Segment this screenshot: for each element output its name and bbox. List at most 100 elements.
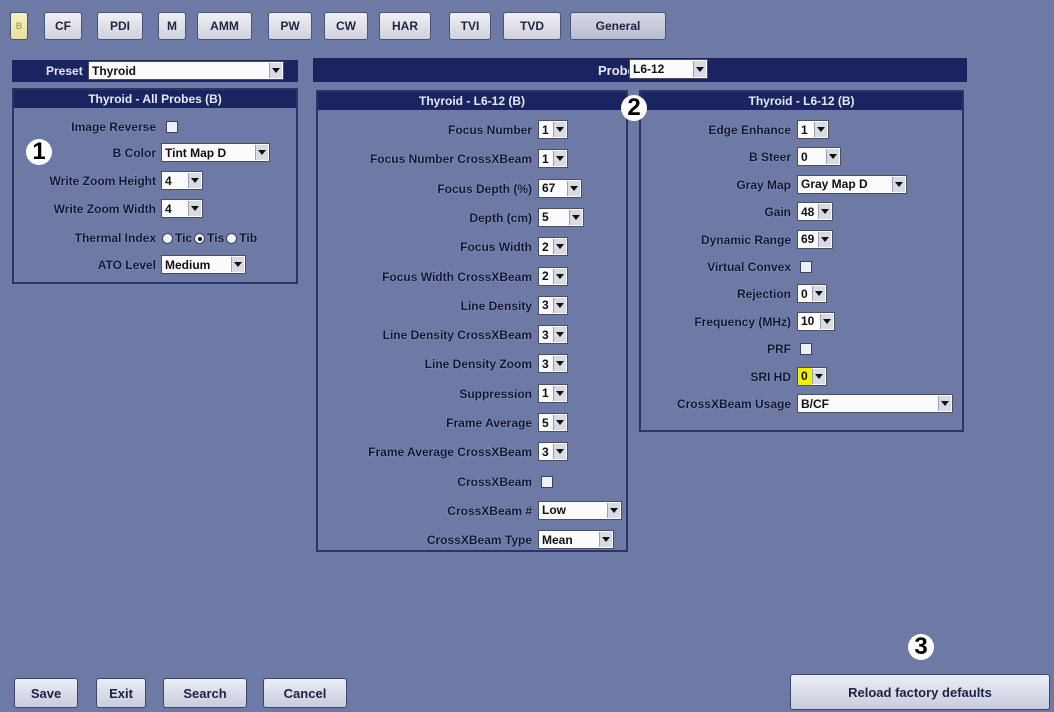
callout-1: 1 — [26, 138, 52, 165]
panel3-checkbox[interactable] — [800, 343, 812, 356]
panel2-checkbox[interactable] — [541, 475, 553, 488]
chevron-down-icon — [188, 173, 201, 188]
panel3-select[interactable]: 69 — [797, 229, 833, 249]
chevron-down-icon — [553, 151, 566, 167]
panel2-row: CrossXBeam — [457, 474, 532, 489]
chevron-down-icon — [553, 327, 566, 343]
panel2-select[interactable]: Low — [538, 500, 622, 520]
panel3-row: CrossXBeam Usage — [676, 397, 791, 411]
image-reverse-row: Image Reverse — [71, 120, 156, 134]
tab-b[interactable]: B — [10, 12, 28, 40]
tab-cf[interactable]: CF — [44, 12, 82, 40]
write-zoom-height-row: Write Zoom Height — [49, 174, 156, 188]
exit-button[interactable]: Exit — [96, 678, 146, 708]
panel2-select[interactable]: 3 — [538, 442, 568, 462]
b-color-select[interactable]: Tint Map D — [161, 143, 270, 162]
panel2-row: CrossXBeam Type — [426, 533, 532, 548]
radio-tic[interactable] — [162, 232, 173, 244]
panel3-select[interactable]: 0 — [797, 147, 841, 167]
chevron-down-icon — [553, 415, 566, 430]
chevron-down-icon — [231, 257, 244, 272]
panel2-select[interactable]: 3 — [538, 354, 568, 374]
chevron-down-icon — [818, 204, 831, 220]
chevron-down-icon — [553, 239, 566, 255]
callout-3: 3 — [908, 633, 934, 660]
chevron-down-icon — [814, 122, 827, 137]
tab-m[interactable]: M — [158, 12, 186, 40]
chevron-down-icon — [826, 149, 839, 165]
chevron-down-icon — [818, 231, 831, 247]
thermal-index-radios: Tic Tis Tib — [160, 228, 298, 248]
panel3-select[interactable]: 1 — [797, 120, 829, 139]
panel3-select[interactable]: B/CF — [797, 394, 953, 413]
panel2-select[interactable]: 3 — [538, 325, 568, 345]
save-button[interactable]: Save — [14, 678, 78, 708]
panel-title: Thyroid - L6-12 (B) — [641, 92, 962, 110]
panel-title: Thyroid - All Probes (B) — [14, 90, 296, 108]
tab-tvi[interactable]: TVI — [449, 12, 491, 40]
panel2-select[interactable]: 3 — [538, 295, 568, 315]
panel2-row: Line Density — [460, 298, 532, 313]
chevron-down-icon — [820, 313, 833, 329]
panel3-select[interactable]: 48 — [797, 202, 833, 222]
panel2-select[interactable]: 1 — [538, 383, 568, 403]
panel3-row: B Steer — [748, 150, 791, 165]
tab-har[interactable]: HAR — [379, 12, 431, 40]
panel3-row: Dynamic Range — [700, 232, 791, 247]
panel3-select[interactable]: 0 — [797, 366, 827, 386]
panel3-row: SRI HD — [750, 369, 791, 384]
panel2-row: Line Density CrossXBeam — [382, 328, 532, 343]
panel3-row: Virtual Convex — [707, 260, 791, 274]
chevron-down-icon — [269, 63, 282, 78]
panel2-row: Frame Average CrossXBeam — [368, 445, 532, 460]
reload-factory-defaults-button[interactable]: Reload factory defaults — [790, 674, 1050, 710]
panel3-select[interactable]: Gray Map D — [797, 174, 907, 194]
cancel-button[interactable]: Cancel — [263, 678, 347, 708]
ato-level-row: ATO Level — [97, 258, 156, 272]
panel3-row: Gain — [764, 205, 791, 220]
panel2-select[interactable]: 2 — [538, 237, 568, 257]
panel2-row: Focus Width CrossXBeam — [382, 269, 532, 284]
panel2-row: Focus Number CrossXBeam — [369, 152, 532, 167]
radio-tis[interactable] — [194, 232, 206, 244]
panel2-row: Frame Average — [446, 416, 532, 430]
probe-select[interactable]: L6-12 — [629, 59, 708, 79]
radio-tib[interactable] — [226, 232, 238, 244]
panel3-row: Frequency (MHz) — [694, 314, 791, 329]
image-reverse-checkbox[interactable] — [166, 121, 178, 133]
panel3-checkbox[interactable] — [800, 261, 812, 273]
tab-cw[interactable]: CW — [324, 12, 368, 40]
panel2-select[interactable]: 1 — [538, 149, 568, 169]
thermal-index-row: Thermal Index — [74, 231, 156, 245]
write-zoom-width-select[interactable]: 4 — [161, 199, 203, 218]
tab-pw[interactable]: PW — [268, 12, 312, 40]
write-zoom-height-select[interactable]: 4 — [161, 171, 203, 190]
tab-amm[interactable]: AMM — [197, 12, 252, 40]
panel2-row: Focus Width — [460, 240, 532, 255]
panel3-row: Gray Map — [736, 177, 791, 192]
panel3-row: Edge Enhance — [708, 123, 791, 137]
tab-pdi[interactable]: PDI — [97, 12, 143, 40]
panel2-select[interactable]: 2 — [538, 266, 568, 286]
panel2-row: Line Density Zoom — [424, 357, 532, 372]
chevron-down-icon — [553, 356, 566, 372]
tab-general[interactable]: General — [570, 12, 666, 40]
panel3-select[interactable]: 0 — [797, 284, 827, 304]
preset-select[interactable]: Thyroid — [88, 61, 284, 80]
chevron-down-icon — [553, 444, 566, 460]
panel2-row: Focus Depth (%) — [437, 181, 532, 196]
chevron-down-icon — [892, 176, 905, 192]
ato-level-select[interactable]: Medium — [161, 255, 246, 274]
panel2-row: Depth (cm) — [469, 210, 532, 225]
tab-tvd[interactable]: TVD — [503, 12, 561, 40]
chevron-down-icon — [938, 396, 951, 411]
panel2-row: Suppression — [459, 386, 532, 401]
chevron-down-icon — [553, 385, 566, 401]
panel2-select[interactable]: 1 — [538, 120, 568, 139]
panel2-row: CrossXBeam # — [447, 503, 532, 518]
panel3-select[interactable]: 10 — [797, 311, 835, 331]
search-button[interactable]: Search — [163, 678, 247, 708]
panel2-select[interactable]: Mean — [538, 530, 614, 550]
panel2-select[interactable]: 5 — [538, 413, 568, 432]
callout-2: 2 — [621, 94, 647, 121]
